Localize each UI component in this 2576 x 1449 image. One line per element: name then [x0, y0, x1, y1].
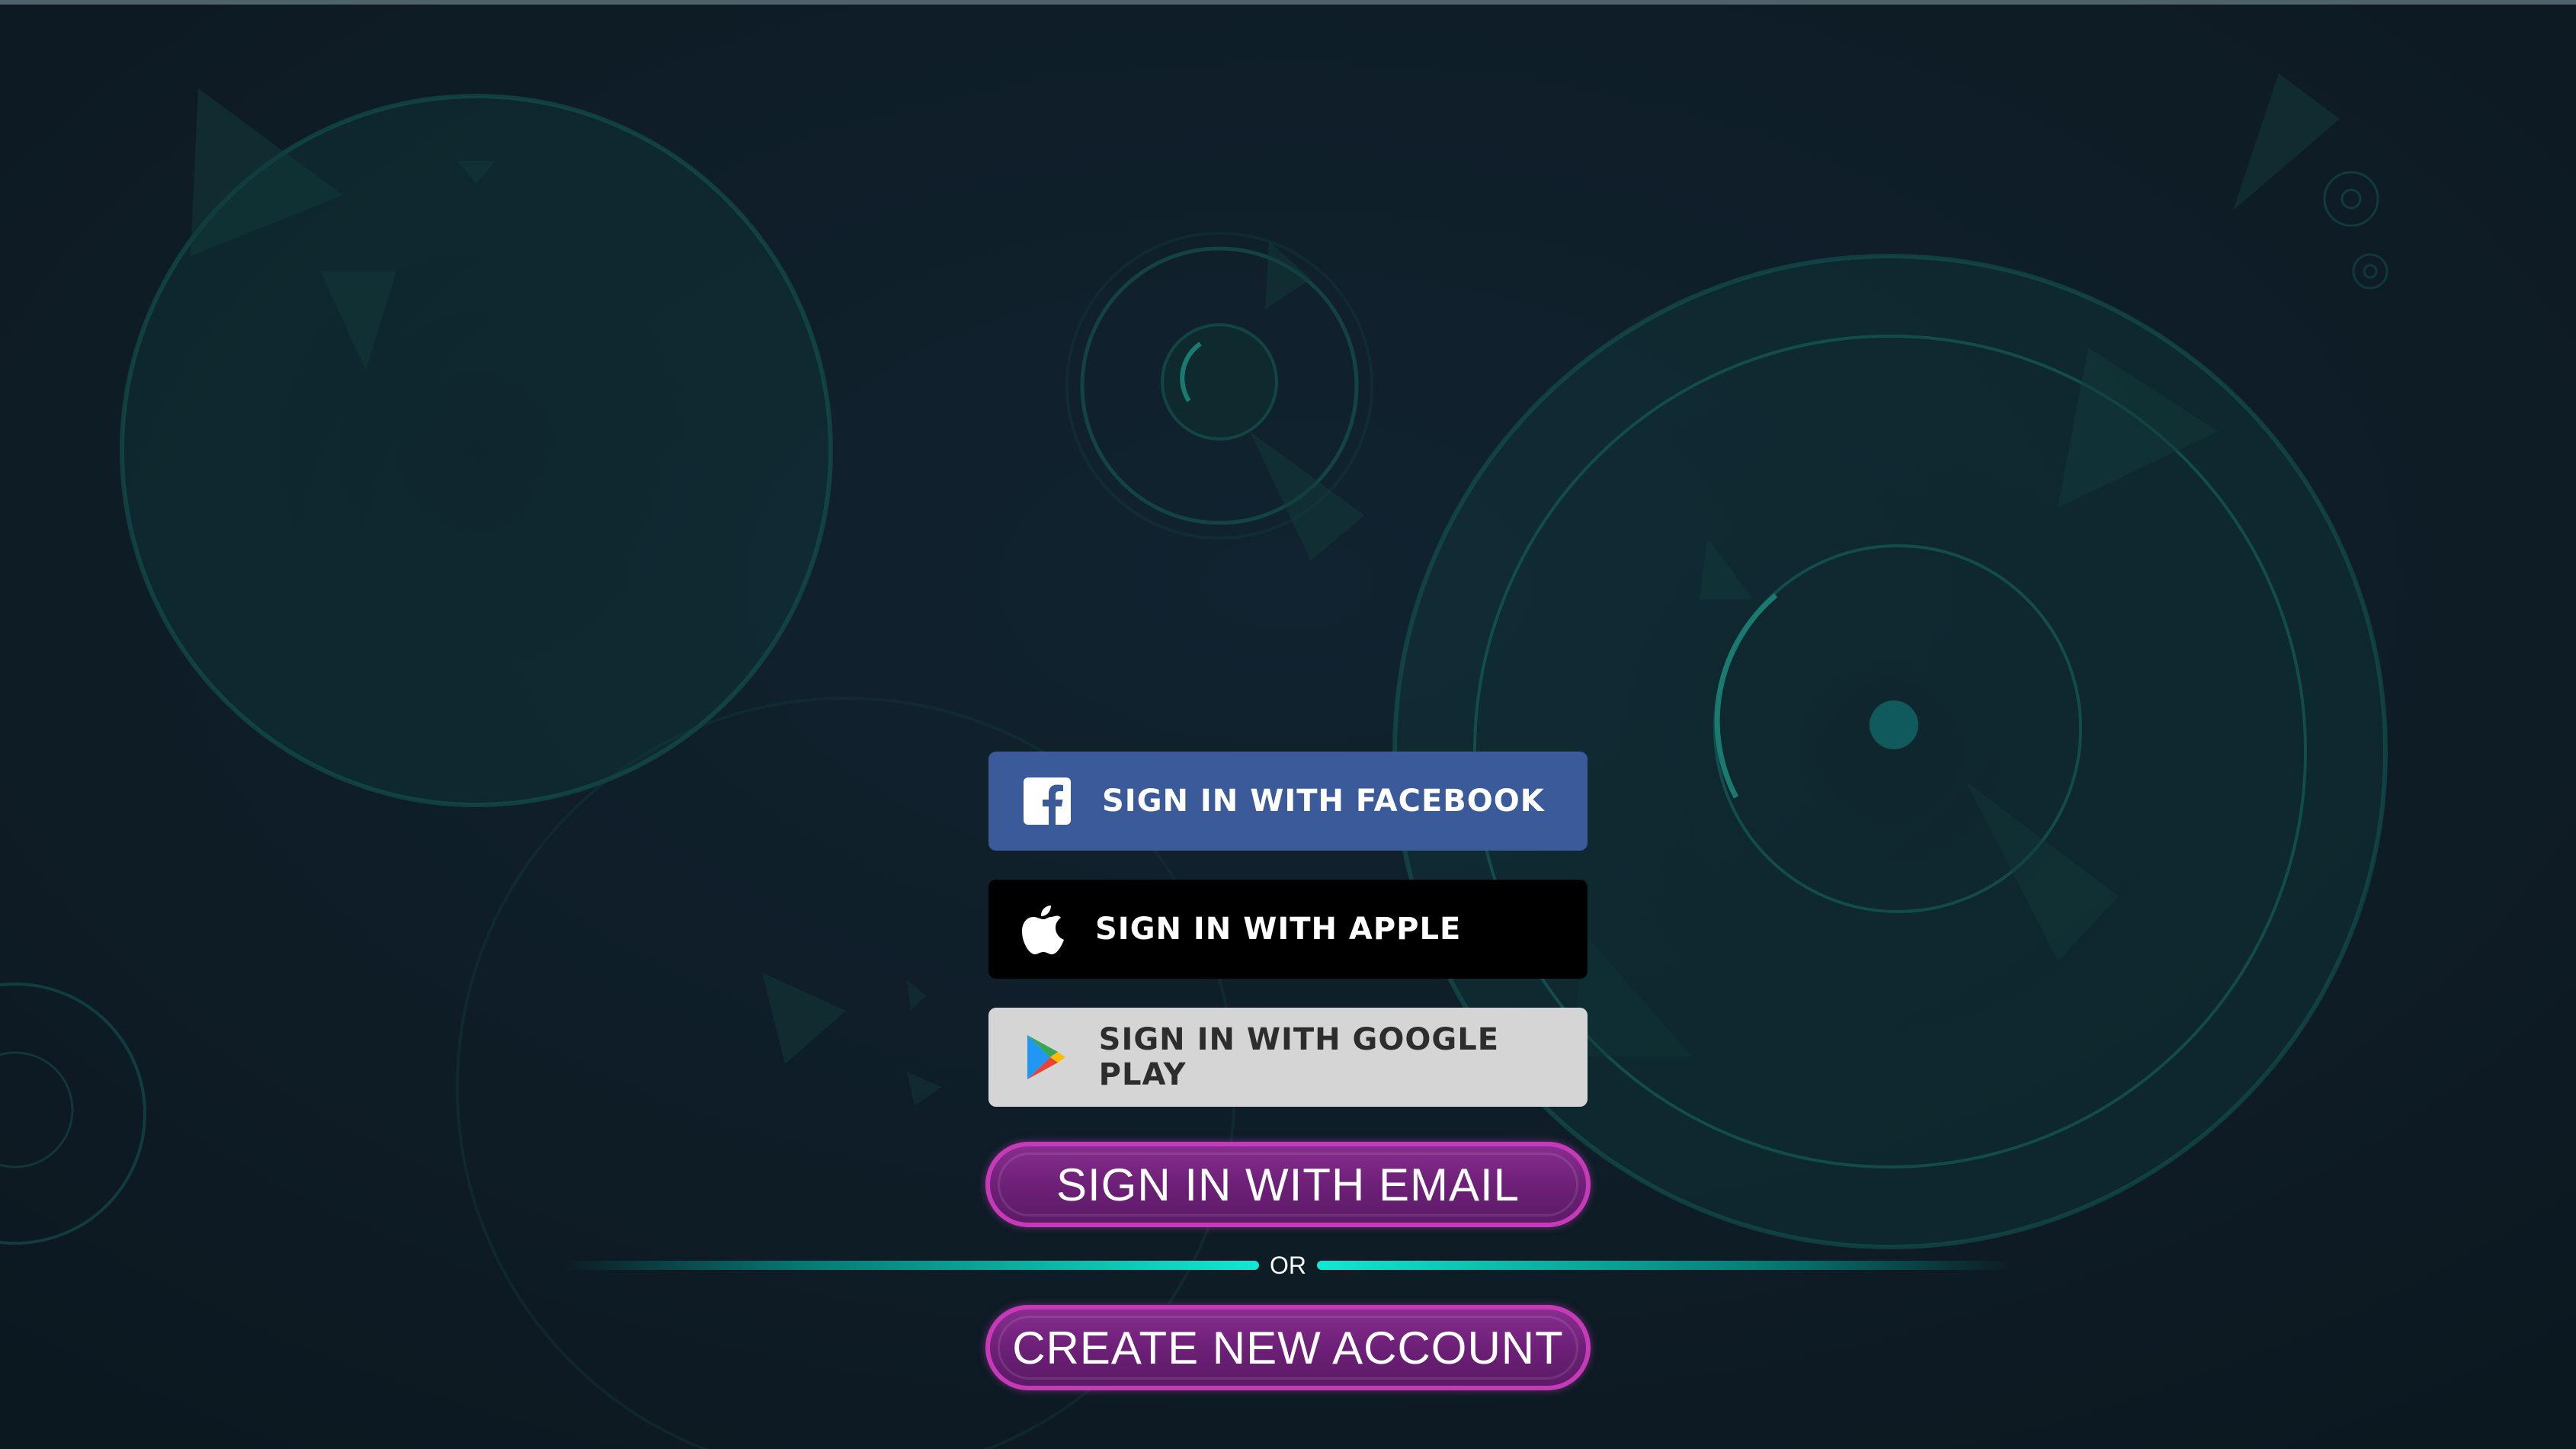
apple-icon	[1019, 905, 1068, 954]
create-account-label: CREATE NEW ACCOUNT	[1012, 1322, 1564, 1374]
or-divider: OR	[564, 1252, 2012, 1279]
or-label: OR	[1270, 1252, 1306, 1279]
email-signin-label: SIGN IN WITH EMAIL	[1056, 1159, 1520, 1210]
google-play-signin-label: SIGN IN WITH GOOGLE PLAY	[1098, 1022, 1500, 1092]
background-decoration	[0, 5, 2576, 1449]
apple-signin-label: SIGN IN WITH APPLE	[1095, 912, 1462, 947]
facebook-icon	[1023, 777, 1072, 825]
facebook-signin-button[interactable]: SIGN IN WITH FACEBOOK	[988, 752, 1588, 851]
facebook-signin-label: SIGN IN WITH FACEBOOK	[1102, 784, 1545, 819]
divider-line-right	[1317, 1261, 2012, 1270]
google-play-icon	[1022, 1033, 1070, 1082]
create-account-button[interactable]: CREATE NEW ACCOUNT	[985, 1305, 1591, 1390]
apple-signin-button[interactable]: SIGN IN WITH APPLE	[988, 880, 1588, 979]
google-play-signin-button[interactable]: SIGN IN WITH GOOGLE PLAY	[988, 1008, 1588, 1107]
email-signin-button[interactable]: SIGN IN WITH EMAIL	[985, 1142, 1591, 1227]
divider-line-left	[564, 1261, 1259, 1270]
